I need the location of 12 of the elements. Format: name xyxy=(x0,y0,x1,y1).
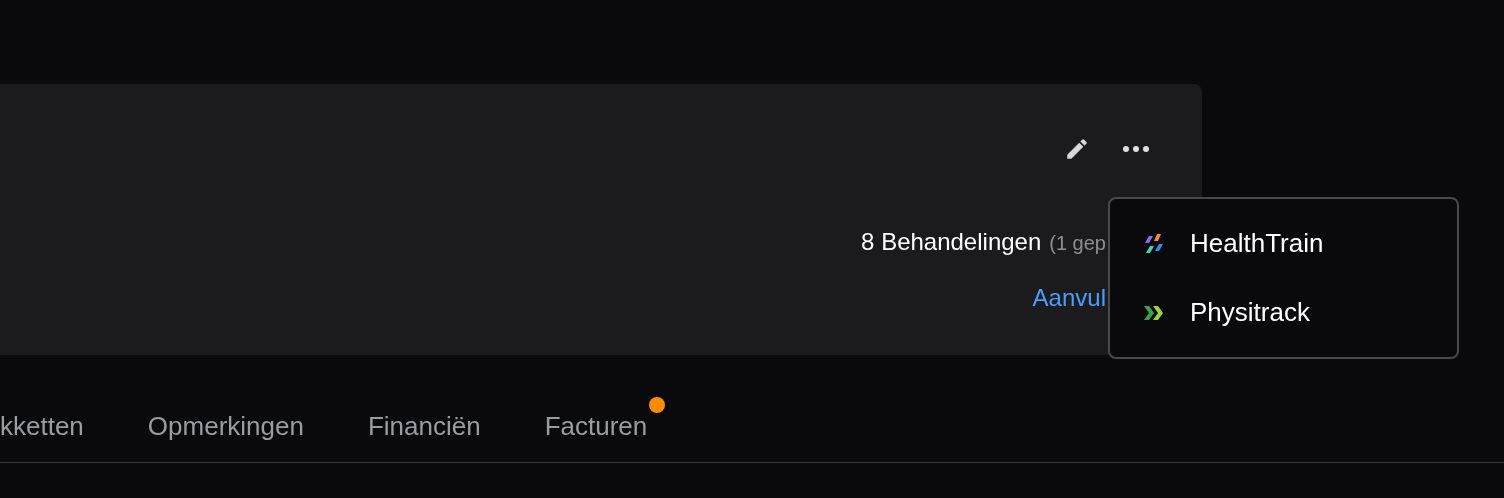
tab[interactable]: Financiën xyxy=(367,407,481,446)
treatment-count: 8 Behandelingen xyxy=(861,227,1042,257)
complete-link[interactable]: Aanvul xyxy=(1032,280,1106,316)
tab[interactable]: Facturen xyxy=(544,407,648,446)
tab[interactable]: Opmerkingen xyxy=(147,407,304,446)
menu-item[interactable]: Physitrack xyxy=(1190,293,1310,332)
treatment-note: (1 gep xyxy=(1049,231,1106,256)
tab[interactable]: kketten xyxy=(0,407,84,446)
edit-icon[interactable] xyxy=(1064,136,1090,162)
logo-icon xyxy=(1142,231,1166,256)
menu-item[interactable]: HealthTrain xyxy=(1190,224,1324,263)
more-icon[interactable] xyxy=(1122,145,1150,153)
